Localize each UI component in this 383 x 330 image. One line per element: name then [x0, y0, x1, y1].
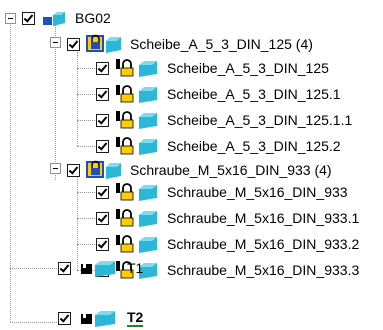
- node-label: Scheibe_A_5_3_DIN_125.2: [167, 138, 341, 154]
- tree-node-item[interactable]: Schraube_M_5x16_DIN_933.1: [96, 206, 359, 230]
- collapse-button[interactable]: [50, 163, 61, 174]
- node-checkbox[interactable]: [22, 11, 35, 25]
- tree-node-item[interactable]: Scheibe_A_5_3_DIN_125: [96, 56, 329, 80]
- node-checkbox[interactable]: [58, 261, 71, 275]
- tree-node-root[interactable]: BG02: [22, 6, 111, 30]
- tree-line: [77, 218, 95, 219]
- tree-line: [77, 94, 95, 95]
- tree-node-item[interactable]: Schraube_M_5x16_DIN_933: [96, 180, 348, 204]
- tree-node-item[interactable]: Scheibe_A_5_3_DIN_125.1: [96, 82, 341, 106]
- tree-node-item[interactable]: Scheibe_A_5_3_DIN_125.1.1: [96, 108, 352, 132]
- node-label: BG02: [75, 10, 111, 26]
- tree-line: [10, 322, 57, 323]
- tree-node-part[interactable]: T2: [58, 306, 144, 330]
- node-label-active: T2: [127, 308, 144, 327]
- locked-part-icon: [116, 235, 157, 253]
- node-label: Scheibe_A_5_3_DIN_125 (4): [130, 36, 313, 52]
- tree-node-item[interactable]: Scheibe_A_5_3_DIN_125.2: [96, 134, 341, 158]
- node-checkbox[interactable]: [96, 185, 109, 199]
- tree-line: [77, 146, 95, 147]
- locked-group-icon: [86, 160, 121, 179]
- tree-node-item[interactable]: Schraube_M_5x16_DIN_933.2: [96, 232, 359, 256]
- tree-node-group[interactable]: Scheibe_A_5_3_DIN_125 (4): [67, 32, 313, 56]
- tree-line: [10, 22, 11, 322]
- assembly-tree: BG02 Scheibe_A_5_3_DIN_125 (4) Scheibe_A…: [0, 0, 383, 330]
- node-checkbox[interactable]: [96, 237, 109, 251]
- collapse-button[interactable]: [50, 37, 61, 48]
- node-checkbox[interactable]: [96, 61, 109, 75]
- part-icon: [81, 311, 115, 327]
- locked-part-icon: [116, 137, 157, 155]
- node-checkbox[interactable]: [96, 139, 109, 153]
- node-label: Schraube_M_5x16_DIN_933: [167, 184, 348, 200]
- collapse-button[interactable]: [5, 13, 16, 24]
- locked-part-icon: [116, 111, 157, 129]
- tree-line: [77, 244, 95, 245]
- locked-part-icon: [116, 183, 157, 201]
- node-label: Schraube_M_5x16_DIN_933 (4): [130, 162, 332, 178]
- locked-part-icon: [116, 85, 157, 103]
- node-label: Scheibe_A_5_3_DIN_125.1: [167, 86, 341, 102]
- tree-line: [77, 120, 95, 121]
- node-label: T1: [127, 260, 144, 276]
- locked-part-icon: [116, 59, 157, 77]
- node-label: Schraube_M_5x16_DIN_933.1: [167, 210, 360, 226]
- node-label: Schraube_M_5x16_DIN_933.3: [167, 262, 360, 278]
- node-label: Schraube_M_5x16_DIN_933.2: [167, 236, 360, 252]
- assembly-icon: [43, 12, 65, 26]
- tree-line: [77, 68, 95, 69]
- locked-part-icon: [116, 209, 157, 227]
- node-label: Scheibe_A_5_3_DIN_125.1.1: [167, 112, 353, 128]
- tree-line: [77, 192, 95, 193]
- tree-line: [10, 268, 57, 269]
- tree-node-group[interactable]: Schraube_M_5x16_DIN_933 (4): [67, 158, 332, 182]
- node-label: Scheibe_A_5_3_DIN_125: [167, 60, 329, 76]
- node-checkbox[interactable]: [58, 311, 71, 325]
- node-checkbox[interactable]: [67, 163, 80, 177]
- locked-group-icon: [86, 34, 121, 53]
- node-checkbox[interactable]: [67, 37, 80, 51]
- tree-line: [77, 52, 78, 146]
- tree-node-part[interactable]: T1: [58, 256, 143, 280]
- node-checkbox[interactable]: [96, 211, 109, 225]
- node-checkbox[interactable]: [96, 113, 109, 127]
- node-checkbox[interactable]: [96, 87, 109, 101]
- part-icon: [81, 261, 115, 277]
